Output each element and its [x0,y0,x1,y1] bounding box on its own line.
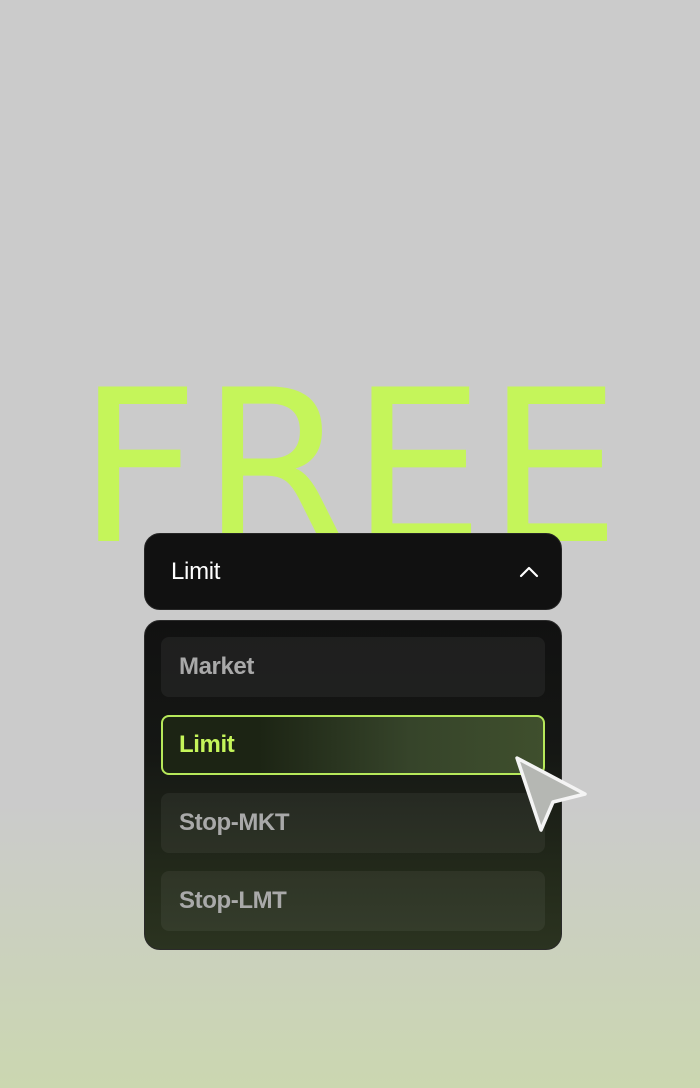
option-stop-mkt[interactable]: Stop-MKT [161,793,545,853]
option-market[interactable]: Market [161,637,545,697]
chevron-up-icon [519,562,539,582]
option-limit[interactable]: Limit [161,715,545,775]
cursor-arrow-icon [515,756,587,832]
dropdown-menu: Market Limit Stop-MKT Stop-LMT [144,620,562,950]
selected-value: Limit [171,557,221,585]
order-type-select[interactable]: Limit [144,533,562,610]
option-stop-lmt[interactable]: Stop-LMT [161,871,545,931]
